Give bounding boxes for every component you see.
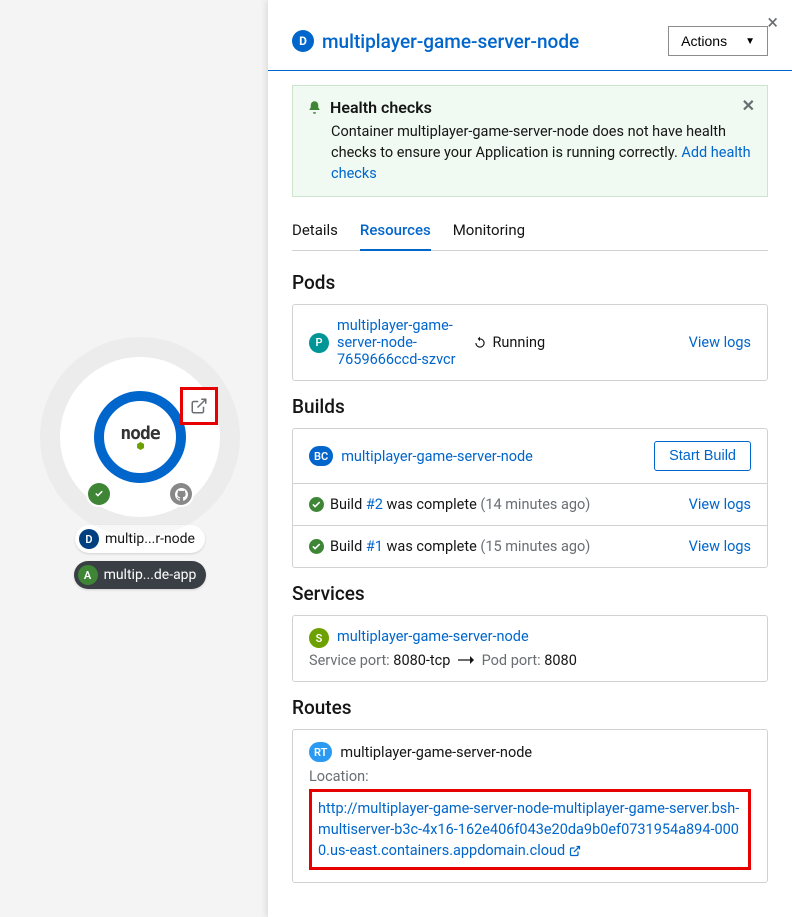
tab-monitoring[interactable]: Monitoring <box>453 213 525 250</box>
pod-port-label: Pod port: <box>482 652 545 669</box>
start-build-button[interactable]: Start Build <box>654 441 751 471</box>
section-services-title: Services <box>292 582 768 605</box>
service-badge-icon: S <box>309 628 329 648</box>
pod-status: Running <box>473 334 546 351</box>
actions-dropdown[interactable]: Actions ▼ <box>668 26 768 56</box>
application-label[interactable]: A multip...de-app <box>74 561 207 589</box>
service-port-value: 8080-tcp <box>393 652 450 669</box>
open-url-highlight <box>180 387 218 425</box>
d-badge-icon: D <box>79 529 99 549</box>
tab-resources[interactable]: Resources <box>360 213 431 251</box>
pod-badge-icon: P <box>309 333 329 353</box>
topology-node[interactable]: node ⬢ D multip...r-node A multi <box>60 357 220 589</box>
deployment-label[interactable]: D multip...r-node <box>75 525 205 553</box>
bell-icon <box>307 100 322 115</box>
pods-card: P multiplayer-game-server-node-7659666cc… <box>292 304 768 381</box>
alert-close-icon[interactable]: ✕ <box>742 96 755 115</box>
side-panel: × D multiplayer-game-server-node Actions… <box>268 0 792 917</box>
pod-ring[interactable]: node ⬢ <box>94 391 186 483</box>
route-name-link[interactable]: multiplayer-game-server-node <box>340 744 532 761</box>
external-link-icon <box>569 845 581 857</box>
caret-down-icon: ▼ <box>745 36 755 47</box>
arrow-right-icon <box>458 652 478 669</box>
build-status-decorator[interactable] <box>88 483 110 505</box>
panel-title[interactable]: multiplayer-game-server-node <box>322 30 579 53</box>
sync-icon <box>473 336 487 350</box>
panel-header: D multiplayer-game-server-node Actions ▼ <box>268 0 792 71</box>
section-builds-title: Builds <box>292 395 768 418</box>
buildconfig-name-link[interactable]: multiplayer-game-server-node <box>341 448 533 465</box>
service-port-label: Service port: <box>309 652 393 669</box>
pod-port-value: 8080 <box>544 652 577 669</box>
topology-canvas: node ⬢ D multip...r-node A multi <box>0 0 268 917</box>
tab-details[interactable]: Details <box>292 213 338 250</box>
view-logs-link[interactable]: View logs <box>689 496 751 513</box>
route-url-highlight: http://multiplayer-game-server-node-mult… <box>309 789 751 870</box>
pod-name-link[interactable]: multiplayer-game-server-node-7659666ccd-… <box>337 317 465 368</box>
section-pods-title: Pods <box>292 271 768 294</box>
section-routes-title: Routes <box>292 696 768 719</box>
build-number-link[interactable]: #2 <box>366 496 383 513</box>
check-circle-icon <box>309 539 324 554</box>
check-circle-icon <box>309 497 324 512</box>
buildconfig-badge-icon: BC <box>309 446 333 466</box>
view-logs-link[interactable]: View logs <box>689 334 751 351</box>
source-decorator[interactable] <box>170 483 192 505</box>
close-icon[interactable]: × <box>767 10 778 34</box>
build-suffix: was complete <box>383 496 480 513</box>
view-logs-link[interactable]: View logs <box>689 538 751 555</box>
routes-card: RT multiplayer-game-server-node Location… <box>292 729 768 883</box>
build-time: (15 minutes ago) <box>480 538 590 555</box>
alert-title: Health checks <box>330 98 432 117</box>
build-time: (14 minutes ago) <box>480 496 590 513</box>
alert-body-text: Container multiplayer-game-server-node d… <box>331 123 726 161</box>
a-badge-icon: A <box>78 565 98 585</box>
services-card: S multiplayer-game-server-node Service p… <box>292 615 768 682</box>
open-url-icon[interactable] <box>190 397 208 415</box>
tabs: Details Resources Monitoring <box>292 213 768 251</box>
health-check-alert: Health checks ✕ Container multiplayer-ga… <box>292 85 768 197</box>
build-number-link[interactable]: #1 <box>366 538 383 555</box>
deployment-badge-icon: D <box>292 30 314 52</box>
route-location-label: Location: <box>309 768 751 785</box>
build-prefix: Build <box>330 496 366 513</box>
service-name-link[interactable]: multiplayer-game-server-node <box>337 628 529 645</box>
builds-card: BC multiplayer-game-server-node Start Bu… <box>292 428 768 568</box>
build-suffix: was complete <box>383 538 480 555</box>
route-url-link[interactable]: http://multiplayer-game-server-node-mult… <box>318 800 739 859</box>
build-prefix: Build <box>330 538 366 555</box>
route-badge-icon: RT <box>309 742 332 762</box>
node-logo: node ⬢ <box>120 423 159 452</box>
